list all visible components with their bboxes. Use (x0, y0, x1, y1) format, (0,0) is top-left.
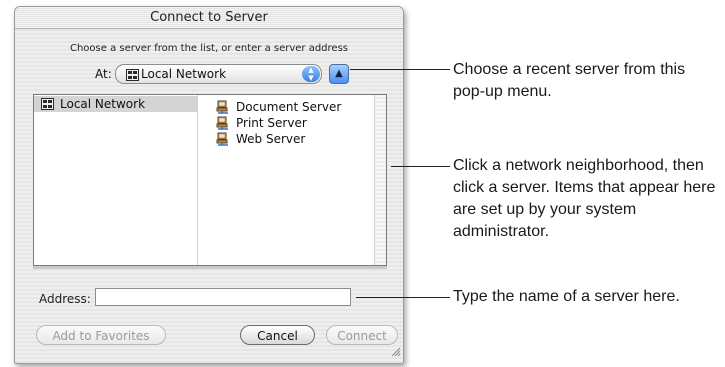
address-field[interactable] (95, 288, 351, 306)
network-icon (41, 98, 54, 114)
popup-arrows-icon: ▲ ▼ (302, 66, 320, 82)
callout-line-address (356, 297, 450, 298)
address-label: Address: (39, 292, 91, 306)
instruction-text: Choose a server from the list, or enter … (69, 43, 348, 54)
callout-text-address: Type the name of a server here. (453, 288, 680, 305)
list-item-label: Document Server (236, 100, 342, 114)
network-icon (126, 68, 139, 86)
list-item-label: Web Server (236, 132, 306, 146)
browser-scrollbar[interactable] (374, 95, 386, 265)
server-browser: Local Network Document Server Print Serv… (33, 94, 387, 266)
list-item-print-server[interactable]: Print Server (198, 115, 374, 131)
at-label: At: (95, 67, 112, 81)
connect-button[interactable]: Connect (326, 325, 398, 345)
connect-to-server-dialog: Connect to Server Choose a server from t… (14, 6, 404, 364)
callout-text-browser: Click a network neighborhood, then click… (453, 157, 716, 240)
browser-column-servers: Document Server Print Server Web Server (198, 95, 374, 265)
recent-servers-button[interactable]: ▲ (329, 64, 349, 84)
list-item-web-server[interactable]: Web Server (198, 131, 374, 147)
callout-text-recent: Choose a recent server from this pop-up … (453, 61, 686, 100)
server-icon (216, 132, 230, 150)
add-to-favorites-button[interactable]: Add to Favorites (36, 325, 166, 345)
list-item-label: Print Server (236, 116, 307, 130)
resize-grip-icon[interactable] (390, 341, 401, 360)
cancel-button[interactable]: Cancel (240, 325, 315, 345)
up-triangle-icon: ▲ (335, 68, 343, 79)
location-popup[interactable]: Local Network ▲ ▼ (115, 64, 322, 84)
list-item-local-network[interactable]: Local Network (34, 96, 197, 112)
browser-scroll-track (33, 266, 387, 269)
dialog-title: Connect to Server (15, 7, 403, 29)
list-item-label: Local Network (60, 97, 146, 111)
list-item-document-server[interactable]: Document Server (198, 99, 374, 115)
browser-column-neighborhoods: Local Network (34, 95, 198, 265)
location-popup-value: Local Network (141, 67, 227, 81)
callout-line-recent (350, 69, 450, 70)
callout-line-browser (391, 166, 450, 167)
